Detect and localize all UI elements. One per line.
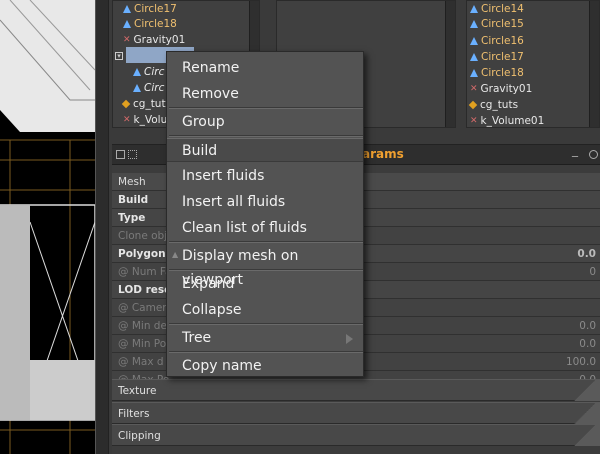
section-texture[interactable]: Texture — [112, 379, 600, 401]
diamond-icon — [121, 99, 131, 109]
tree-scrollbar[interactable] — [445, 1, 455, 127]
params-title: arams — [362, 147, 404, 161]
tree-item-circle15[interactable]: Circle15 — [470, 16, 524, 32]
menu-item-build[interactable]: Build — [167, 138, 363, 162]
tree-item-child-2[interactable]: Circ — [133, 80, 164, 96]
check-icon: ▲ — [172, 250, 179, 259]
menu-item-tree[interactable]: Tree — [167, 326, 363, 350]
collapse-toggle-icon[interactable]: ▾ — [115, 52, 123, 60]
tree-item-circle18[interactable]: Circle18 — [123, 16, 177, 32]
tree-item-cg-tuts[interactable]: cg_tuts — [468, 97, 518, 113]
triangle-icon — [470, 69, 478, 77]
menu-separator — [169, 351, 363, 353]
gravity-icon: ✕ — [123, 34, 131, 45]
section-clipping[interactable]: Clipping — [112, 424, 600, 446]
grid-icon[interactable] — [128, 150, 137, 159]
tree-scrollbar[interactable] — [589, 1, 599, 127]
tree-item-gravity01[interactable]: ✕ Gravity01 — [123, 32, 185, 48]
submenu-arrow-icon — [346, 334, 353, 344]
menu-separator — [169, 135, 363, 137]
tree-item-child-1[interactable]: Circ — [133, 64, 164, 80]
triangle-icon — [470, 20, 478, 28]
menu-item-copy-name[interactable]: Copy name — [167, 354, 363, 378]
gravity-icon: ✕ — [470, 83, 478, 94]
menu-item-expand[interactable]: Expand — [167, 272, 363, 296]
tree-item-circle18[interactable]: Circle18 — [470, 65, 524, 81]
triangle-icon — [470, 5, 478, 13]
tree-item-k-volume01[interactable]: ✕ k_Volume01 — [470, 113, 544, 127]
triangle-icon — [123, 20, 131, 28]
menu-item-remove[interactable]: Remove — [167, 82, 363, 106]
menu-item-group[interactable]: Group — [167, 110, 363, 134]
triangle-icon — [470, 53, 478, 61]
tree-item-circle16[interactable]: Circle16 — [470, 33, 524, 49]
triangle-icon — [133, 84, 141, 92]
menu-item-clean-list-of-fluids[interactable]: Clean list of fluids — [167, 216, 363, 240]
tree-item-gravity01[interactable]: ✕ Gravity01 — [470, 81, 532, 97]
menu-item-rename[interactable]: Rename — [167, 56, 363, 80]
panel-icon[interactable] — [116, 150, 125, 159]
close-icon[interactable] — [589, 150, 598, 159]
triangle-icon — [133, 68, 141, 76]
menu-item-insert-all-fluids[interactable]: Insert all fluids — [167, 190, 363, 214]
menu-item-display-mesh[interactable]: ▲ Display mesh on viewport — [167, 244, 363, 288]
menu-separator — [169, 323, 363, 325]
context-menu: Rename Remove Group Build Insert fluids … — [166, 51, 364, 377]
section-filters[interactable]: Filters — [112, 402, 600, 424]
menu-item-collapse[interactable]: Collapse — [167, 298, 363, 322]
menu-item-insert-fluids[interactable]: Insert fluids — [167, 164, 363, 188]
gravity-icon: ✕ — [470, 115, 478, 126]
3d-viewport[interactable] — [0, 0, 95, 454]
tree-item-cg-tuts[interactable]: cg_tut — [121, 96, 166, 112]
viewport-canvas — [0, 0, 95, 454]
menu-separator — [169, 107, 363, 109]
minimize-icon[interactable]: _ — [572, 143, 578, 157]
scene-tree-right: Circle14 Circle15 Circle16 Circle17 Circ… — [466, 0, 600, 128]
menu-separator — [169, 241, 363, 243]
gravity-icon: ✕ — [123, 114, 131, 125]
tree-item-circle14[interactable]: Circle14 — [470, 1, 524, 17]
diamond-icon — [468, 100, 478, 110]
tree-item-circle17[interactable]: Circle17 — [123, 1, 177, 17]
triangle-icon — [470, 37, 478, 45]
triangle-icon — [123, 5, 131, 13]
tree-item-circle17[interactable]: Circle17 — [470, 49, 524, 65]
viewport-splitter[interactable] — [95, 0, 109, 454]
menu-separator — [169, 269, 363, 271]
